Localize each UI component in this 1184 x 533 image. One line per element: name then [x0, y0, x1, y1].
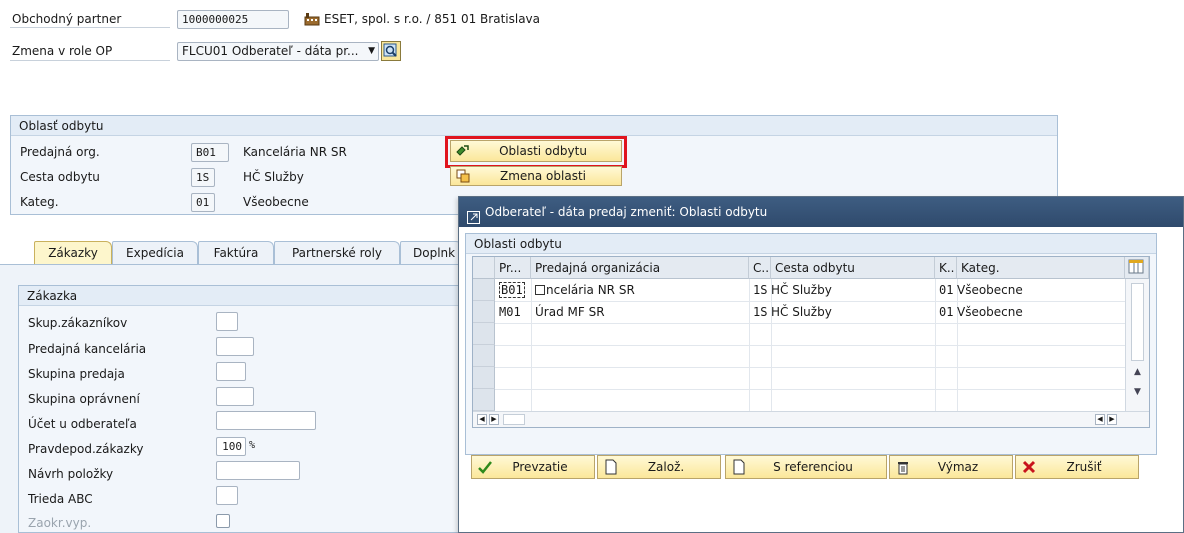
tab-shipping[interactable]: Expedícia	[112, 241, 198, 265]
partner-label: Obchodný partner	[12, 12, 122, 26]
switch-area-icon	[456, 169, 470, 183]
order-probability-field[interactable]: 100	[216, 437, 246, 456]
sales-area-title: Oblasť odbytu	[11, 116, 1057, 136]
chevron-down-icon: ▼	[368, 46, 375, 56]
column-header-org[interactable]: Pr...	[495, 257, 531, 279]
customer-account-field[interactable]	[216, 411, 316, 430]
column-header-division-name[interactable]: Kateg.	[957, 257, 1125, 279]
sales-org-label: Predajná org.	[20, 145, 100, 159]
partner-description: ESET, spol. s r.o. / 851 01 Bratislava	[324, 12, 540, 26]
abc-class-field[interactable]	[216, 486, 238, 505]
column-header-org-name[interactable]: Predajná organizácia	[531, 257, 749, 279]
sales-group-label: Skupina predaja	[28, 367, 125, 381]
column-header-channel-name[interactable]: Cesta odbytu	[771, 257, 935, 279]
channel-text: HČ Služby	[243, 170, 304, 184]
vertical-scrollbar[interactable]: ▲ ▼	[1125, 279, 1149, 411]
highlight-frame	[445, 136, 627, 168]
with-reference-button[interactable]: S referenciou	[725, 455, 887, 479]
company-icon	[304, 12, 320, 26]
channel-code: 1S	[191, 168, 215, 187]
role-search-button[interactable]	[381, 41, 401, 61]
customer-group-field[interactable]	[216, 312, 238, 331]
division-code-cell[interactable]: 01	[935, 279, 957, 301]
order-title: Zákazka	[19, 286, 458, 306]
authorization-group-label: Skupina oprávnení	[28, 392, 140, 406]
row-selector[interactable]	[473, 323, 495, 345]
select-all-header[interactable]	[473, 257, 495, 279]
channel-code-cell[interactable]: 1S	[749, 279, 771, 301]
tab-orders[interactable]: Zákazky	[34, 241, 112, 266]
sales-areas-dialog: Odberateľ - dáta predaj zmeniť: Oblasti …	[458, 196, 1184, 533]
create-button[interactable]: Založ.	[597, 455, 721, 479]
window-icon	[467, 205, 480, 224]
scrollbar-thumb[interactable]	[1131, 283, 1144, 361]
sales-org-code: B01	[191, 143, 229, 162]
copy-icon	[535, 285, 545, 295]
column-header-division[interactable]: K..	[935, 257, 957, 279]
division-name-cell[interactable]: Všeobecne	[957, 301, 1125, 323]
org-code-cell[interactable]: M01	[495, 301, 531, 323]
row-selector[interactable]	[473, 367, 495, 389]
accept-button[interactable]: Prevzatie	[471, 455, 595, 479]
sales-group-field[interactable]	[216, 362, 246, 381]
customer-group-label: Skup.zákazníkov	[28, 316, 128, 330]
row-selector[interactable]	[473, 279, 495, 301]
sales-org-text: Kancelária NR SR	[243, 145, 347, 159]
dialog-group-title: Oblasti odbytu	[466, 234, 1156, 254]
item-proposal-field[interactable]	[216, 461, 300, 480]
tab-billing[interactable]: Faktúra	[198, 241, 274, 265]
division-text: Všeobecne	[243, 195, 309, 209]
row-selector[interactable]	[473, 345, 495, 367]
role-select[interactable]: FLCU01 Odberateľ - dáta pr... ▼	[177, 42, 379, 61]
row-selector[interactable]	[473, 389, 495, 411]
dialog-title: Odberateľ - dáta predaj zmeniť: Oblasti …	[485, 205, 768, 219]
dialog-title-bar: Odberateľ - dáta predaj zmeniť: Oblasti …	[459, 197, 1183, 227]
change-area-button[interactable]: Zmena oblasti	[450, 166, 622, 186]
table-settings-icon	[1128, 259, 1144, 274]
authorization-group-field[interactable]	[216, 387, 254, 406]
percent-unit: %	[249, 440, 256, 451]
org-code-cell: B01	[499, 282, 525, 298]
sales-areas-table: Pr... Predajná organizácia C.. Cesta odb…	[472, 256, 1150, 428]
scroll-left-icon[interactable]: ◀	[477, 414, 487, 425]
division-code: 01	[191, 193, 215, 212]
scroll-right-icon[interactable]: ▶	[489, 414, 499, 425]
rounding-checkbox[interactable]	[216, 514, 230, 528]
role-label: Zmena v role OP	[12, 44, 113, 58]
customer-account-label: Účet u odberateľa	[28, 417, 137, 431]
row-selector[interactable]	[473, 301, 495, 323]
channel-code-cell[interactable]: 1S	[749, 301, 771, 323]
item-proposal-label: Návrh položky	[28, 467, 114, 481]
division-label: Kateg.	[20, 195, 59, 209]
channel-name-cell[interactable]: HČ Služby	[771, 301, 935, 323]
division-name-cell[interactable]: Všeobecne	[957, 279, 1125, 301]
order-probability-label: Pravdepod.zákazky	[28, 442, 144, 456]
tab-additional[interactable]: Doplnk	[400, 241, 462, 265]
division-code-cell[interactable]: 01	[935, 301, 957, 323]
delete-button[interactable]: Výmaz	[889, 455, 1013, 479]
column-settings-button[interactable]	[1125, 257, 1149, 279]
partner-number-field[interactable]: 1000000025	[177, 10, 289, 29]
sales-office-label: Predajná kancelária	[28, 342, 147, 356]
org-name-cell[interactable]: ncelária NR SR	[531, 279, 749, 301]
horizontal-scrollbar[interactable]: ◀ ▶ ◀ ▶	[473, 411, 1149, 427]
rounding-label: Zaokr.vyp.	[28, 516, 92, 530]
channel-label: Cesta odbytu	[20, 170, 100, 184]
column-header-channel[interactable]: C..	[749, 257, 771, 279]
role-select-value: FLCU01 Odberateľ - dáta pr...	[182, 44, 359, 58]
org-name-cell[interactable]: Úrad MF SR	[531, 301, 749, 323]
search-icon	[383, 43, 397, 57]
cancel-button[interactable]: Zrušiť	[1015, 455, 1139, 479]
column-left-icon[interactable]: ◀	[1095, 414, 1105, 425]
sales-office-field[interactable]	[216, 337, 254, 356]
column-right-icon[interactable]: ▶	[1107, 414, 1117, 425]
abc-class-label: Trieda ABC	[28, 492, 93, 506]
tab-partner-roles[interactable]: Partnerské roly	[274, 241, 400, 265]
channel-name-cell[interactable]: HČ Služby	[771, 279, 935, 301]
hscroll-thumb[interactable]	[503, 414, 525, 425]
scroll-up-icon[interactable]: ▲	[1134, 367, 1141, 377]
scroll-down-icon[interactable]: ▼	[1134, 387, 1141, 397]
table-row[interactable]: B01	[495, 279, 531, 301]
dialog-sales-areas-group: Oblasti odbytu Pr... Predajná organizáci…	[465, 233, 1157, 455]
